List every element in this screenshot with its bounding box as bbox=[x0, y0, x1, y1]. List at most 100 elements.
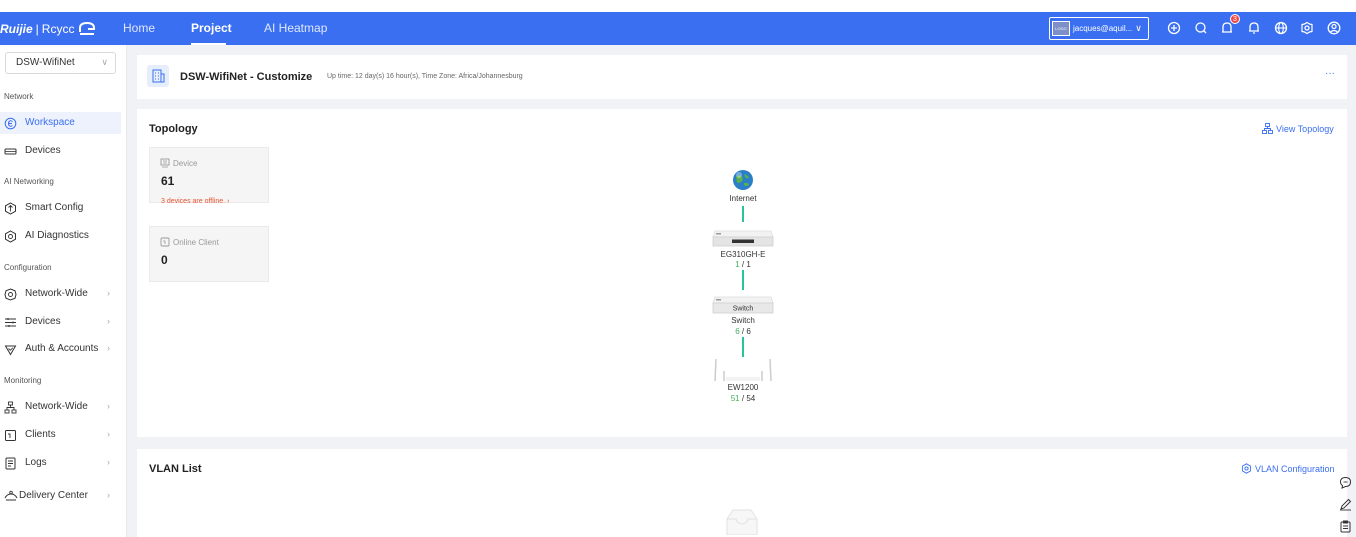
sidebar-item-label: Logs bbox=[25, 457, 47, 468]
gateway-total-count: 1 bbox=[746, 260, 751, 269]
chevron-right-icon: › bbox=[107, 401, 110, 411]
node-internet-label: Internet bbox=[729, 194, 757, 203]
internet-globe-icon[interactable] bbox=[732, 169, 754, 191]
sidebar-item-smart-config[interactable]: Smart Config bbox=[0, 197, 121, 219]
chevron-down-icon: ∨ bbox=[101, 57, 108, 67]
logo-reyee: Rcycc bbox=[41, 22, 75, 36]
online-client-stat-card[interactable]: Online Client 0 bbox=[149, 226, 269, 282]
switch-total-count: 6 bbox=[746, 327, 751, 336]
logo-separator: | bbox=[35, 22, 39, 36]
device-stat-card[interactable]: Device 61 3 devices are offline. › bbox=[149, 147, 269, 205]
nav-home[interactable]: Home bbox=[123, 21, 155, 35]
devices-config-icon bbox=[5, 317, 16, 327]
logo-ruijie: Ruijie bbox=[0, 22, 33, 36]
sidebar-item-logs[interactable]: Logs › bbox=[0, 452, 121, 474]
delivery-icon bbox=[4, 490, 18, 500]
sidebar-item-label: Workspace bbox=[25, 117, 75, 128]
count-separator: / bbox=[741, 327, 745, 336]
node-switch-label: Switch bbox=[731, 316, 755, 325]
notification-badge: 3 bbox=[1230, 14, 1240, 24]
link-gateway-switch bbox=[742, 270, 744, 290]
chevron-right-icon: › bbox=[107, 429, 110, 439]
diagnostics-icon bbox=[5, 229, 16, 243]
network-select-value: DSW-WifiNet bbox=[16, 57, 75, 68]
building-icon bbox=[147, 65, 169, 87]
client-stat-icon bbox=[160, 237, 170, 247]
smart-config-icon bbox=[5, 201, 16, 215]
offline-warning[interactable]: 3 devices are offline. › bbox=[161, 198, 229, 205]
clipboard-icon[interactable] bbox=[1339, 520, 1352, 533]
reyee-mark-icon bbox=[79, 22, 96, 35]
account-logo: LOGO bbox=[1052, 21, 1070, 36]
sidebar-item-label: Network-Wide bbox=[25, 401, 88, 412]
link-switch-ap bbox=[742, 337, 744, 357]
nav-project[interactable]: Project bbox=[191, 21, 232, 35]
client-count: 0 bbox=[161, 253, 168, 267]
sidebar-item-label: Auth & Accounts bbox=[25, 343, 99, 354]
sidebar-item-devices-config[interactable]: Devices › bbox=[0, 311, 121, 333]
device-stat-header: Device bbox=[160, 158, 197, 168]
view-topology-link[interactable]: View Topology bbox=[1262, 123, 1334, 134]
search-icon[interactable] bbox=[1193, 20, 1209, 36]
switch-online-count: 6 bbox=[735, 327, 740, 336]
topology-title: Topology bbox=[149, 123, 198, 135]
sidebar-item-clients[interactable]: Clients › bbox=[0, 424, 121, 446]
ap-total-count: 54 bbox=[746, 394, 756, 403]
sidebar-item-ai-diagnostics[interactable]: AI Diagnostics bbox=[0, 225, 121, 247]
main-content: DSW-WifiNet - Customize Up time: 12 day(… bbox=[127, 45, 1356, 537]
sidebar-item-network-wide-monitor[interactable]: Network-Wide › bbox=[0, 396, 121, 418]
device-stat-label: Device bbox=[173, 158, 198, 168]
vlan-configuration-link[interactable]: VLAN Configuration bbox=[1241, 463, 1335, 474]
chevron-down-icon: ∨ bbox=[1135, 23, 1142, 33]
gateway-online-count: 1 bbox=[735, 260, 740, 269]
sidebar-item-label: Smart Config bbox=[25, 202, 84, 213]
node-gateway-count: 1 / 1 bbox=[703, 260, 783, 269]
topology-icon bbox=[4, 401, 17, 413]
device-icon bbox=[4, 148, 17, 154]
section-label-configuration: Configuration bbox=[4, 263, 52, 272]
globe-icon[interactable] bbox=[1273, 20, 1289, 36]
chevron-right-icon: › bbox=[107, 343, 110, 353]
sidebar-item-auth-accounts[interactable]: Auth & Accounts › bbox=[0, 338, 121, 360]
router-ew1200-icon[interactable] bbox=[712, 357, 774, 383]
user-profile-icon[interactable] bbox=[1326, 20, 1342, 36]
bell-icon[interactable] bbox=[1246, 20, 1262, 36]
edit-feedback-icon[interactable] bbox=[1339, 498, 1352, 511]
node-switch-count: 6 / 6 bbox=[703, 327, 783, 336]
uptime-timezone: Up time: 12 day(s) 16 hour(s), Time Zone… bbox=[327, 73, 523, 80]
link-internet-gateway bbox=[742, 206, 744, 222]
vlan-list-title: VLAN List bbox=[149, 463, 202, 475]
logs-icon bbox=[5, 457, 16, 469]
sidebar-item-devices[interactable]: Devices bbox=[0, 140, 121, 162]
add-circle-icon[interactable] bbox=[1166, 20, 1182, 36]
chevron-right-icon: › bbox=[107, 316, 110, 326]
network-header-card: DSW-WifiNet - Customize Up time: 12 day(… bbox=[137, 55, 1347, 99]
nav-ai-heatmap[interactable]: AI Heatmap bbox=[264, 21, 327, 35]
workspace-icon bbox=[4, 117, 17, 129]
sidebar-item-delivery-center[interactable]: Delivery Center › bbox=[0, 485, 121, 507]
chevron-right-icon: › bbox=[227, 198, 230, 205]
client-stat-header: Online Client bbox=[160, 237, 219, 247]
gateway-device-icon[interactable] bbox=[712, 229, 774, 247]
sidebar-item-label: Clients bbox=[25, 429, 56, 440]
network-select[interactable]: DSW-WifiNet ∨ bbox=[5, 52, 116, 74]
offline-warning-text: 3 devices are offline. bbox=[161, 198, 226, 205]
section-label-network: Network bbox=[4, 92, 34, 101]
more-options-button[interactable]: ··· bbox=[1325, 68, 1335, 79]
vlan-list-card: VLAN List VLAN Configuration bbox=[137, 449, 1347, 537]
gear-icon[interactable] bbox=[1299, 20, 1315, 36]
device-count: 61 bbox=[161, 174, 175, 188]
auth-icon bbox=[4, 345, 17, 355]
sidebar-item-workspace[interactable]: Workspace bbox=[0, 112, 121, 134]
account-dropdown[interactable]: LOGO jacques@aquil... ∨ bbox=[1049, 17, 1149, 40]
sidebar-item-label: Devices bbox=[25, 316, 61, 327]
top-navigation-bar: Ruijie | Rcycc Home Project AI Heatmap L… bbox=[0, 12, 1356, 45]
device-stat-icon bbox=[160, 158, 170, 168]
brand-logo[interactable]: Ruijie | Rcycc bbox=[0, 19, 96, 39]
client-stat-label: Online Client bbox=[173, 237, 219, 247]
switch-device-icon[interactable]: Switch bbox=[712, 295, 774, 315]
topology-card: Topology View Topology Device 61 3 devic… bbox=[137, 109, 1347, 437]
view-topology-label: View Topology bbox=[1276, 123, 1334, 134]
sidebar-item-network-wide-config[interactable]: Network-Wide › bbox=[0, 283, 121, 305]
chat-icon[interactable] bbox=[1339, 476, 1352, 489]
